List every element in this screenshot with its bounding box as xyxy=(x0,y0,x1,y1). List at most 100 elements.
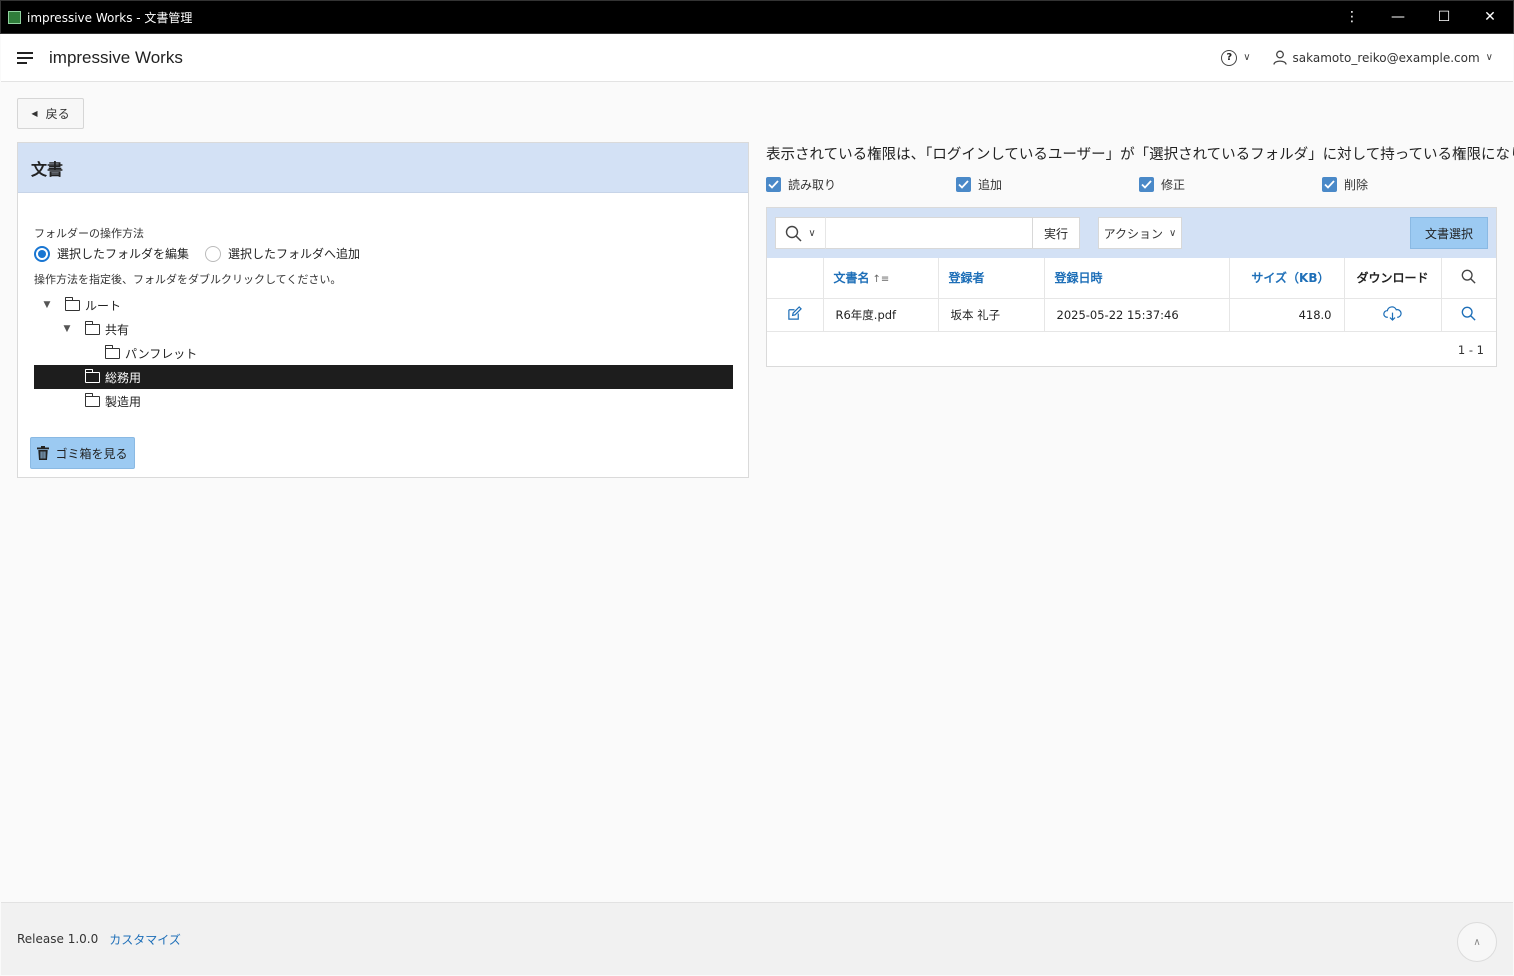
search-icon xyxy=(786,225,802,242)
edit-cell xyxy=(767,298,824,332)
close-button[interactable]: ✕ xyxy=(1467,0,1513,34)
column-name-label: 文書名 xyxy=(833,271,870,286)
column-registered-at[interactable]: 登録日時 xyxy=(1044,258,1230,299)
radio-unchecked-icon xyxy=(205,245,222,262)
trash-icon xyxy=(37,446,50,460)
search-input[interactable] xyxy=(825,217,1033,249)
radio-add-label: 選択したフォルダへ追加 xyxy=(228,247,361,261)
view-trash-button[interactable]: ゴミ箱を見る xyxy=(30,437,135,469)
tree-node-label: 製造用 xyxy=(105,394,142,409)
folder-icon xyxy=(84,320,100,335)
radio-edit-label: 選択したフォルダを編集 xyxy=(57,247,190,261)
maximize-button[interactable]: ☐ xyxy=(1421,0,1467,34)
back-button[interactable]: ◀ 戻る xyxy=(17,98,84,129)
select-document-button[interactable]: 文書選択 xyxy=(1410,217,1488,249)
user-icon xyxy=(1272,50,1287,65)
chevron-up-icon: ∧ xyxy=(1473,936,1481,948)
user-menu[interactable]: sakamoto_reiko@example.com ∨ xyxy=(1272,50,1493,65)
folder-op-radios: 選択したフォルダを編集 選択したフォルダへ追加 xyxy=(34,245,376,262)
perm-delete-label: 削除 xyxy=(1344,178,1369,192)
perm-read: 読み取り xyxy=(766,176,836,193)
tree-node-shared[interactable]: ▼ 共有 xyxy=(34,317,733,341)
expand-triangle-icon[interactable]: ▼ xyxy=(61,324,73,334)
folder-op-label: フォルダーの操作方法 xyxy=(34,227,144,240)
folder-icon xyxy=(64,296,80,311)
permission-checkboxes: 読み取り 追加 修正 削除 xyxy=(766,176,1496,196)
cloud-download-icon[interactable] xyxy=(1383,305,1402,321)
tree-node-label: 総務用 xyxy=(105,370,142,385)
edit-icon[interactable] xyxy=(787,305,803,321)
window-titlebar: impressive Works - 文書管理 ⋮ — ☐ ✕ xyxy=(0,0,1514,34)
perm-add-label: 追加 xyxy=(978,178,1003,192)
scroll-to-top-button[interactable]: ∧ xyxy=(1457,922,1497,962)
checkbox-checked-icon xyxy=(1322,177,1337,192)
action-dropdown[interactable]: アクション ∨ xyxy=(1098,217,1182,249)
column-size[interactable]: サイズ（KB） xyxy=(1229,258,1345,299)
panel-title: 文書 xyxy=(18,143,748,193)
back-label: 戻る xyxy=(45,107,70,121)
chevron-down-icon: ∨ xyxy=(808,227,816,239)
column-registrant[interactable]: 登録者 xyxy=(938,258,1045,299)
folder-icon xyxy=(84,368,100,383)
tree-node-general-affairs[interactable]: 総務用 xyxy=(34,365,733,389)
permission-note: 表示されている権限は、「ログインしているユーザー」が「選択されているフォルダ」に… xyxy=(766,147,1514,163)
preview-cell xyxy=(1441,298,1496,332)
search-field-select[interactable]: ∨ xyxy=(775,217,825,249)
release-version: Release 1.0.0 xyxy=(17,932,99,946)
radio-edit-folder[interactable]: 選択したフォルダを編集 xyxy=(34,245,189,262)
help-menu[interactable]: ? ∨ xyxy=(1221,49,1251,66)
search-icon xyxy=(1461,269,1476,284)
customize-link[interactable]: カスタマイズ xyxy=(109,931,181,948)
user-email: sakamoto_reiko@example.com xyxy=(1292,50,1480,65)
caret-left-icon: ◀ xyxy=(31,109,38,118)
grid-toolbar: ∨ 実行 アクション ∨ 文書選択 xyxy=(767,208,1496,258)
checkbox-checked-icon xyxy=(956,177,971,192)
execute-button[interactable]: 実行 xyxy=(1033,217,1080,249)
tree-node-label: 共有 xyxy=(105,322,130,337)
cell-name: R6年度.pdf xyxy=(823,298,939,332)
folder-tree: ▼ ルート ▼ 共有 パンフレット 総務用 製造用 xyxy=(34,293,733,413)
window-title: impressive Works - 文書管理 xyxy=(27,10,193,25)
sort-ascending-icon[interactable]: ↑≡ xyxy=(873,274,890,285)
cell-size: 418.0 xyxy=(1229,298,1345,332)
folder-icon xyxy=(84,392,100,407)
radio-checked-icon xyxy=(34,245,50,262)
tree-node-root[interactable]: ▼ ルート xyxy=(34,293,733,317)
radio-add-to-folder[interactable]: 選択したフォルダへ追加 xyxy=(205,245,360,262)
app-icon xyxy=(8,10,21,24)
perm-add: 追加 xyxy=(956,176,1002,193)
folder-icon xyxy=(104,344,120,359)
cell-registered-at: 2025-05-22 15:37:46 xyxy=(1044,298,1230,332)
cell-registrant: 坂本 礼子 xyxy=(938,298,1045,332)
tree-node-manufacturing[interactable]: 製造用 xyxy=(34,389,733,413)
chevron-down-icon: ∨ xyxy=(1169,227,1177,239)
perm-delete: 削除 xyxy=(1322,176,1368,193)
minimize-button[interactable]: — xyxy=(1375,0,1421,34)
column-name[interactable]: 文書名 ↑≡ xyxy=(823,258,939,299)
tree-node-label: パンフレット xyxy=(125,346,198,361)
document-grid: ∨ 実行 アクション ∨ 文書選択 文書名 ↑≡ 登録者 登録日時 サイズ（KB）… xyxy=(766,207,1497,367)
column-download: ダウンロード xyxy=(1344,258,1442,299)
document-table: 文書名 ↑≡ 登録者 登録日時 サイズ（KB） ダウンロード R6年度.pdf 坂… xyxy=(767,258,1496,332)
tree-node-label: ルート xyxy=(85,298,122,313)
view-trash-label: ゴミ箱を見る xyxy=(55,446,128,461)
download-cell xyxy=(1344,298,1442,332)
brand-title: impressive Works xyxy=(49,47,183,67)
search-icon[interactable] xyxy=(1461,306,1476,321)
table-header-row: 文書名 ↑≡ 登録者 登録日時 サイズ（KB） ダウンロード xyxy=(767,258,1496,299)
perm-modify: 修正 xyxy=(1139,176,1185,193)
expand-triangle-icon[interactable]: ▼ xyxy=(41,300,53,310)
window-controls: ⋮ — ☐ ✕ xyxy=(1329,0,1513,34)
perm-modify-label: 修正 xyxy=(1161,178,1186,192)
help-icon: ? xyxy=(1221,49,1238,66)
table-row: R6年度.pdf 坂本 礼子 2025-05-22 15:37:46 418.0 xyxy=(767,298,1496,332)
more-menu-icon[interactable]: ⋮ xyxy=(1329,0,1375,34)
action-label: アクション xyxy=(1103,226,1164,241)
column-edit xyxy=(767,258,824,299)
chevron-down-icon: ∨ xyxy=(1243,52,1251,63)
footer: Release 1.0.0 カスタマイズ ∧ xyxy=(1,902,1513,975)
hamburger-menu-icon[interactable] xyxy=(17,51,33,64)
tree-node-pamphlet[interactable]: パンフレット xyxy=(34,341,733,365)
pagination-info: 1 - 1 xyxy=(1457,342,1484,357)
chevron-down-icon: ∨ xyxy=(1485,52,1493,63)
